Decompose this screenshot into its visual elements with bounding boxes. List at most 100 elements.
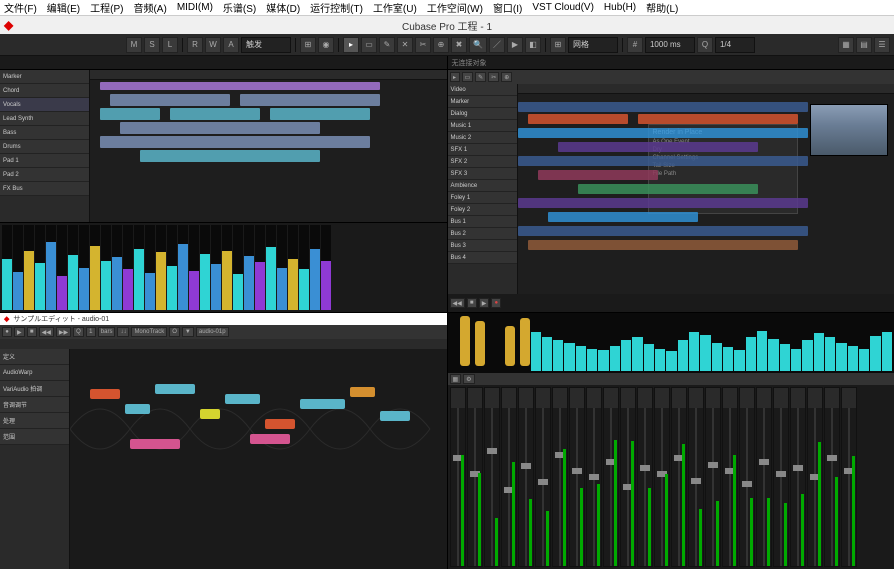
audio-clip[interactable] bbox=[518, 128, 808, 138]
channel-rack[interactable] bbox=[536, 388, 550, 408]
range-tool-icon[interactable]: ▭ bbox=[361, 37, 377, 53]
sample-toolbar-button[interactable]: ◀◀ bbox=[39, 327, 54, 337]
menu-vstcloud[interactable]: VST Cloud(V) bbox=[532, 2, 594, 13]
dialog-field[interactable]: File Path bbox=[653, 171, 793, 177]
erase-tool-icon[interactable]: ✕ bbox=[397, 37, 413, 53]
menu-studio[interactable]: 工作室(U) bbox=[373, 0, 417, 15]
channel-meter[interactable] bbox=[123, 225, 133, 310]
audio-clip[interactable] bbox=[110, 94, 230, 106]
track-header[interactable]: Vocals bbox=[0, 98, 89, 112]
channel-meter[interactable] bbox=[178, 225, 188, 310]
menu-edit[interactable]: 编辑(E) bbox=[47, 0, 80, 15]
channel-meter[interactable] bbox=[244, 225, 254, 310]
mixer-channel[interactable] bbox=[654, 387, 670, 567]
mute-tool-icon[interactable]: ✖ bbox=[451, 37, 467, 53]
track-header[interactable]: Bus 4 bbox=[448, 252, 517, 264]
track-header[interactable]: Marker bbox=[0, 70, 89, 84]
mixer-channel[interactable] bbox=[671, 387, 687, 567]
mixer-channel[interactable] bbox=[722, 387, 738, 567]
video-thumbnail[interactable] bbox=[810, 104, 888, 156]
audio-clip[interactable] bbox=[120, 122, 320, 134]
p2-record-icon[interactable]: ● bbox=[491, 298, 501, 308]
channel-meter[interactable] bbox=[156, 225, 166, 310]
audio-clip[interactable] bbox=[578, 184, 758, 194]
p2-rewind-icon[interactable]: ◀◀ bbox=[450, 298, 465, 308]
channel-rack[interactable] bbox=[825, 388, 839, 408]
fader-cap[interactable] bbox=[776, 471, 786, 477]
mixer-channel[interactable] bbox=[535, 387, 551, 567]
grid-value-select[interactable]: 1/4 bbox=[715, 37, 755, 53]
channel-rack[interactable] bbox=[842, 388, 856, 408]
channel-rack[interactable] bbox=[451, 388, 465, 408]
channel-rack[interactable] bbox=[468, 388, 482, 408]
fader-cap[interactable] bbox=[793, 465, 803, 471]
sample-toolbar-button[interactable]: ■ bbox=[27, 327, 37, 337]
zoom-tool-icon[interactable]: 🔍 bbox=[469, 37, 487, 53]
channel-meter[interactable] bbox=[277, 225, 287, 310]
tool-color-icon[interactable]: ◉ bbox=[318, 37, 334, 53]
menu-file[interactable]: 文件(F) bbox=[4, 0, 37, 15]
mixer-channel[interactable] bbox=[586, 387, 602, 567]
audio-clip[interactable] bbox=[140, 150, 320, 162]
glue-tool-icon[interactable]: ⊕ bbox=[433, 37, 449, 53]
inspector-section[interactable]: 处理 bbox=[0, 413, 69, 429]
track-header[interactable]: Bus 1 bbox=[448, 216, 517, 228]
sample-toolbar-button[interactable]: ↓↓ bbox=[117, 327, 129, 337]
audio-clip[interactable] bbox=[548, 212, 698, 222]
channel-rack[interactable] bbox=[706, 388, 720, 408]
audio-clip[interactable] bbox=[518, 156, 808, 166]
p2-pointer-icon[interactable]: ▸ bbox=[450, 72, 460, 82]
mixer-channel[interactable] bbox=[705, 387, 721, 567]
fader-cap[interactable] bbox=[827, 455, 837, 461]
p2-glue-icon[interactable]: ⊕ bbox=[501, 72, 512, 82]
variaudio-segment[interactable] bbox=[90, 389, 120, 399]
fader-cap[interactable] bbox=[742, 481, 752, 487]
audio-clip[interactable] bbox=[100, 136, 370, 148]
sample-toolbar-button[interactable]: ● bbox=[2, 327, 12, 337]
channel-meter[interactable] bbox=[233, 225, 243, 310]
audio-clip[interactable] bbox=[538, 170, 658, 180]
fader-cap[interactable] bbox=[708, 462, 718, 468]
channel-rack[interactable] bbox=[502, 388, 516, 408]
variaudio-segment[interactable] bbox=[155, 384, 195, 394]
channel-meter[interactable] bbox=[101, 225, 111, 310]
mixer-channel[interactable] bbox=[790, 387, 806, 567]
inspector-section[interactable]: VariAudio 拍调 bbox=[0, 381, 69, 397]
mixer-channel[interactable] bbox=[841, 387, 857, 567]
mixer-channel[interactable] bbox=[807, 387, 823, 567]
channel-meter[interactable] bbox=[35, 225, 45, 310]
variaudio-segment[interactable] bbox=[200, 409, 220, 419]
inspector-section[interactable]: 音调调节 bbox=[0, 397, 69, 413]
layout-3-icon[interactable]: ☰ bbox=[874, 37, 890, 53]
track-header[interactable]: Video bbox=[448, 84, 517, 96]
automation-button[interactable]: A bbox=[223, 37, 239, 53]
snap-toggle-icon[interactable]: ⊞ bbox=[550, 37, 566, 53]
track-header[interactable]: Music 1 bbox=[448, 120, 517, 132]
layout-2-icon[interactable]: ▤ bbox=[856, 37, 872, 53]
sample-toolbar-button[interactable]: O bbox=[169, 327, 180, 337]
audio-clip[interactable] bbox=[100, 82, 380, 90]
channel-meter[interactable] bbox=[255, 225, 265, 310]
sample-toolbar-button[interactable]: bars bbox=[98, 327, 116, 337]
timeline[interactable] bbox=[90, 70, 447, 222]
pointer-tool-icon[interactable]: ▸ bbox=[343, 37, 359, 53]
audio-clip[interactable] bbox=[100, 108, 160, 120]
track-header[interactable]: Lead Synth bbox=[0, 112, 89, 126]
mixer-racks-icon[interactable]: ▦ bbox=[450, 374, 462, 384]
play-tool-icon[interactable]: ▶ bbox=[507, 37, 523, 53]
p2-draw-icon[interactable]: ✎ bbox=[475, 72, 486, 82]
variaudio-display[interactable] bbox=[70, 349, 447, 569]
audio-clip[interactable] bbox=[528, 114, 628, 124]
menu-audio[interactable]: 音频(A) bbox=[133, 0, 166, 15]
line-tool-icon[interactable]: ／ bbox=[489, 37, 505, 53]
channel-meter[interactable] bbox=[79, 225, 89, 310]
p2-split-icon[interactable]: ✂ bbox=[488, 72, 499, 82]
ruler-2[interactable] bbox=[518, 84, 894, 94]
fader-cap[interactable] bbox=[487, 448, 497, 454]
channel-meter[interactable] bbox=[13, 225, 23, 310]
fader-cap[interactable] bbox=[691, 478, 701, 484]
channel-meter[interactable] bbox=[200, 225, 210, 310]
mixer-channel[interactable] bbox=[603, 387, 619, 567]
mixer-channel[interactable] bbox=[484, 387, 500, 567]
track-header[interactable]: Bus 3 bbox=[448, 240, 517, 252]
